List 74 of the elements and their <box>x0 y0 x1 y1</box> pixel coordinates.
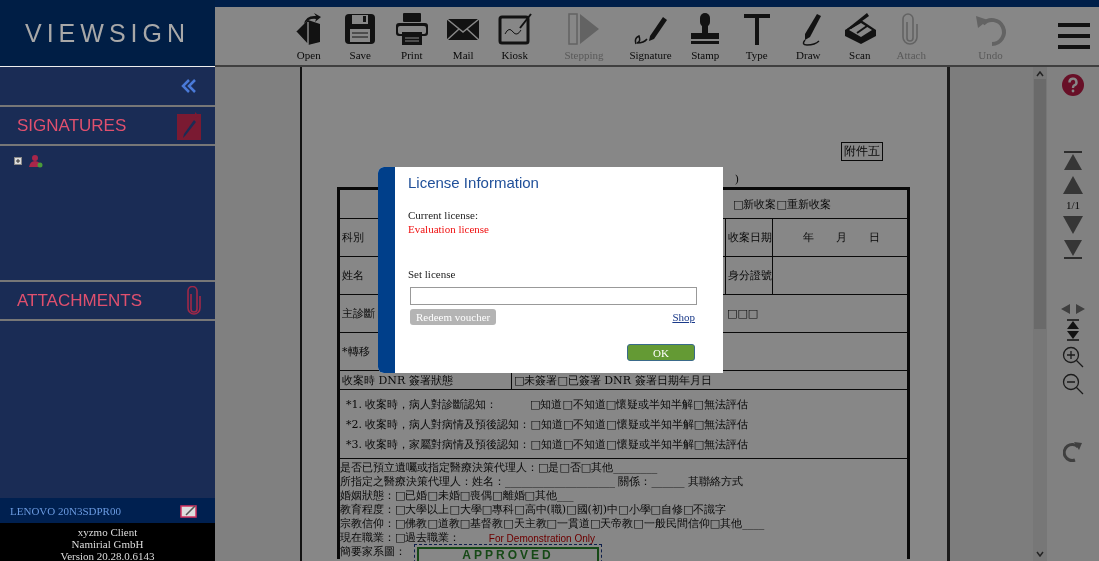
form-line: 婚姻狀態：□已婚□未婚□喪偶□離婚□其他___ <box>340 489 574 503</box>
expand-node-icon[interactable] <box>14 157 22 165</box>
scroll-up-icon[interactable] <box>1036 71 1044 77</box>
toolbar-button[interactable]: Save <box>334 11 386 61</box>
form-line: 所指定之醫療決策代理人：姓名：____________________ 關係：______ 其聯絡方式 <box>340 475 743 489</box>
paperclip-icon <box>187 285 201 316</box>
table-cell-text: □新收案□重新收案 <box>732 196 832 213</box>
step-forward-icon <box>567 11 601 46</box>
scrollbar[interactable] <box>1033 67 1047 561</box>
question-text: *3. 收案時，家屬對病情及預後認知： <box>346 436 531 452</box>
collapse-icon[interactable] <box>181 79 197 93</box>
zoom-in-icon[interactable] <box>1062 346 1084 368</box>
toolbar-button[interactable]: Mail <box>437 11 489 61</box>
stamp-text: APPROVED <box>461 549 555 561</box>
section-title: SIGNATURES <box>17 115 127 136</box>
table-cell-text: □□□ <box>726 306 760 322</box>
question-options: □知道□不知道□懷疑或半知半解□無法評估 <box>530 416 749 432</box>
menu-icon[interactable] <box>1058 22 1090 50</box>
signature-pad-icon[interactable] <box>180 503 198 518</box>
attachment-tag: 附件五 <box>841 142 883 161</box>
question-text: *2. 收案時，病人對病情及預後認知： <box>346 416 531 432</box>
next-page-icon[interactable] <box>1063 216 1083 234</box>
license-status: Evaluation license <box>408 223 490 235</box>
form-line: 現在職業：□過去職業： <box>340 531 461 545</box>
printer-icon <box>394 11 429 46</box>
footer-text: Namirial GmbH <box>70 538 145 550</box>
device-name: LENOVO 20N3SDPR00 <box>10 504 121 517</box>
previous-page-icon[interactable] <box>1063 176 1083 194</box>
section-header[interactable]: SIGNATURES <box>0 107 215 146</box>
scanner-icon <box>842 11 877 46</box>
license-input[interactable] <box>410 287 697 305</box>
question-options: □知道□不知道□懷疑或半知半解□無法評估 <box>530 436 749 452</box>
ok-button[interactable]: OK <box>627 344 695 361</box>
form-line: 宗教信仰：□佛教□道教□基督教□天主教□一貫道□天帝教□一般民間信仰□其他____ <box>340 517 765 531</box>
footer-text: xyzmo Client <box>76 526 139 538</box>
table-cell-text: □未簽署□已簽署 DNR 簽署日期年月日 <box>513 372 713 389</box>
toolbar-button[interactable]: Open <box>283 11 335 61</box>
toolbar-button[interactable]: Stamp <box>679 11 731 61</box>
help-icon[interactable] <box>1062 74 1084 96</box>
fit-page-icon[interactable] <box>1066 319 1080 341</box>
page-counter: 1/1 <box>1065 199 1081 211</box>
form-line: 簡要家系圖： <box>340 545 406 559</box>
field-label: Set license <box>408 268 457 280</box>
form-line: 是否已預立遺囑或指定醫療決策代理人：□是□否□其他________ <box>340 461 658 475</box>
people-icon[interactable] <box>27 154 43 168</box>
field-label: Current license: <box>408 209 479 221</box>
form-line: 教育程度：□大學以上□大學□專科□高中(職)□國(初)中□小學□自修□不識字 <box>340 503 727 517</box>
shop-link[interactable]: Shop <box>672 311 695 323</box>
zoom-out-icon[interactable] <box>1062 373 1084 395</box>
toolbar-button[interactable]: Print <box>386 11 438 61</box>
question-text: *1. 收案時，病人對診斷認知： <box>346 396 499 412</box>
toolbar-button[interactable]: Scan <box>834 11 886 61</box>
rotate-icon[interactable] <box>1063 440 1083 462</box>
logo: VIEWSIGN <box>0 0 215 67</box>
table-cell: 身分證號 <box>725 257 773 294</box>
fit-width-icon[interactable] <box>1061 304 1085 314</box>
toolbar-button[interactable]: Draw <box>782 11 834 61</box>
footer-text: Version 20.28.0.6143 <box>59 550 156 561</box>
save-icon <box>343 11 378 46</box>
pen-icon <box>177 111 201 140</box>
toolbar-button[interactable]: Kiosk <box>489 11 541 61</box>
first-page-icon[interactable] <box>1063 151 1083 171</box>
dialog-title: License Information <box>408 174 540 191</box>
scroll-down-icon[interactable] <box>1036 551 1044 557</box>
stamp-note: For Demonstration Only <box>488 533 595 544</box>
section-title: ATTACHMENTS <box>17 290 142 311</box>
question-options: □知道□不知道□懷疑或半知半解□無法評估 <box>530 396 748 412</box>
table-cell-text: 年 月 日 <box>801 230 881 246</box>
toolbar-button[interactable]: Type <box>731 11 783 61</box>
table-cell: 收案日期 <box>725 219 773 256</box>
tablet-pen-icon <box>497 11 532 46</box>
title-fragment: ) <box>734 173 739 187</box>
toolbar-button[interactable]: Signature <box>621 11 680 61</box>
last-page-icon[interactable] <box>1063 239 1083 259</box>
